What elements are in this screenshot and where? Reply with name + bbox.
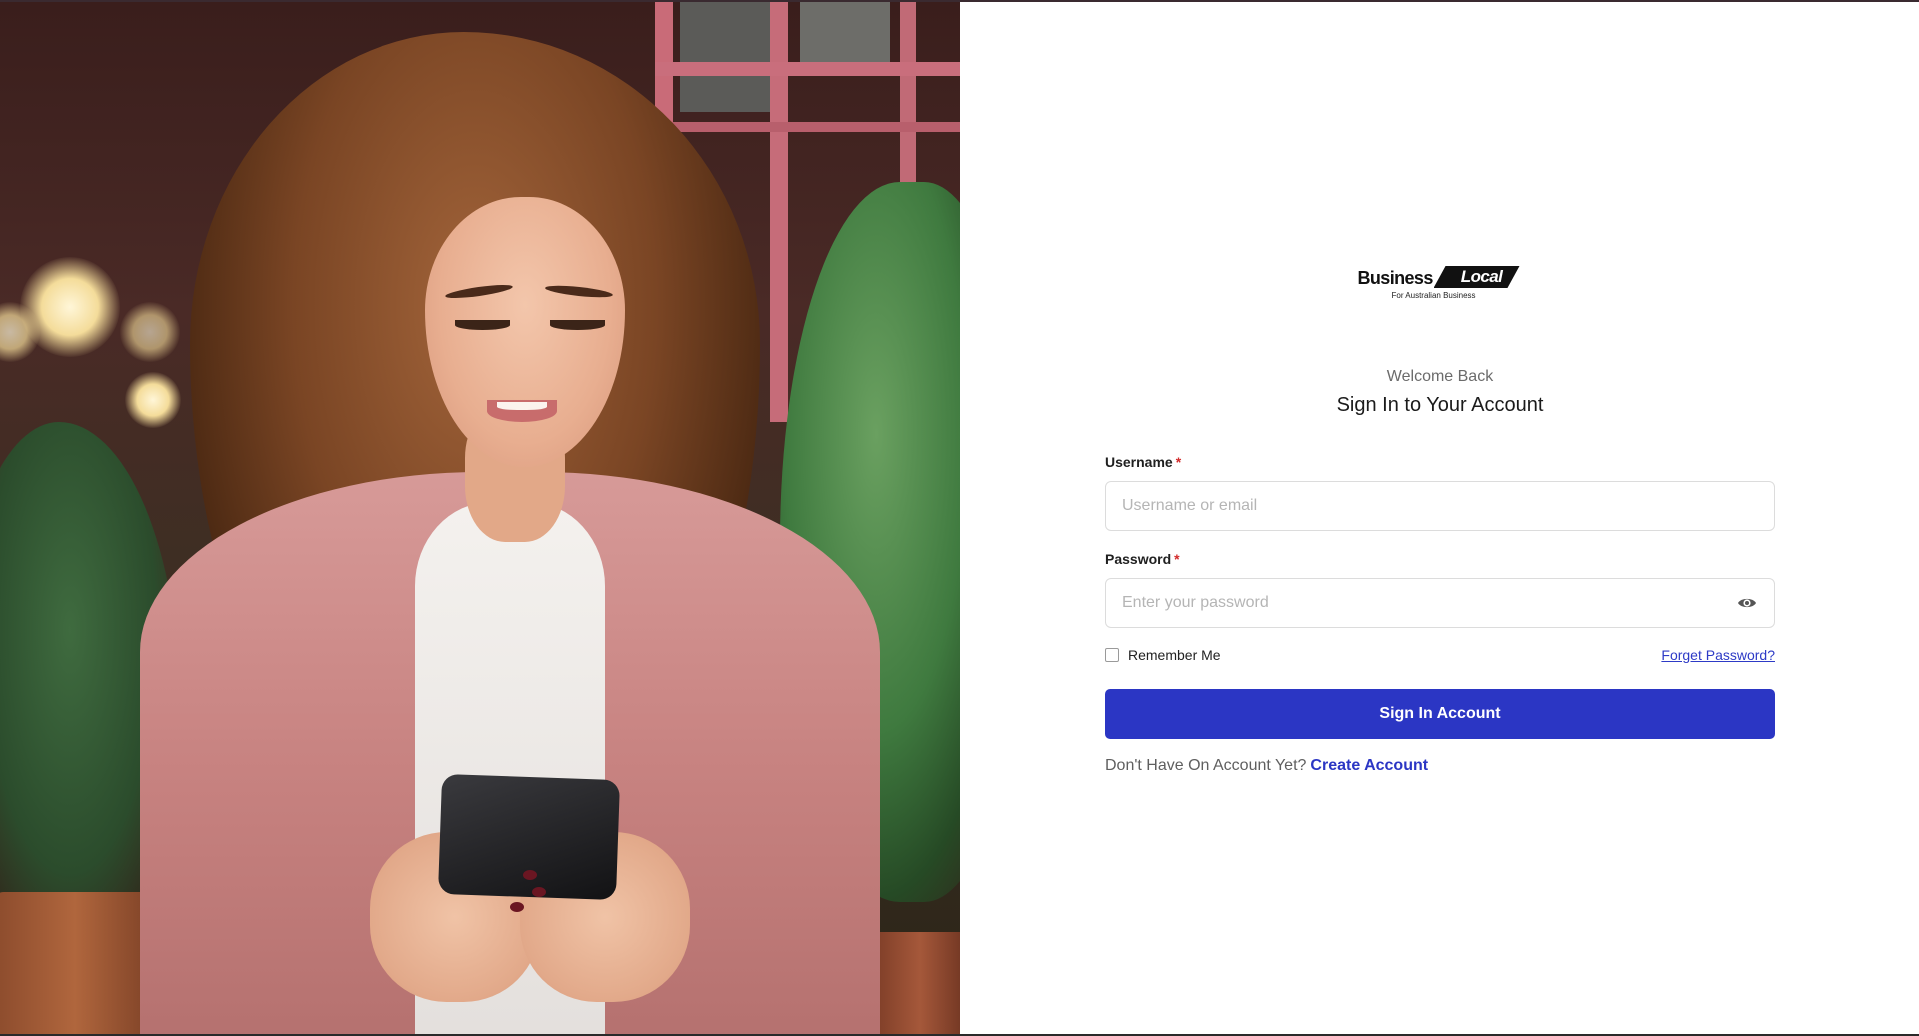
eye-icon[interactable] bbox=[1737, 595, 1757, 611]
forgot-password-link[interactable]: Forget Password? bbox=[1661, 647, 1775, 663]
phone-in-photo bbox=[437, 773, 621, 901]
logo-text-business: Business bbox=[1357, 268, 1434, 288]
username-input[interactable] bbox=[1105, 481, 1775, 531]
remember-me-label: Remember Me bbox=[1128, 647, 1221, 663]
username-label: Username * bbox=[1105, 454, 1182, 470]
brand-logo: Business Local For Australian Business bbox=[1105, 264, 1775, 304]
page-title: Sign In to Your Account bbox=[1336, 394, 1544, 416]
remember-me[interactable]: Remember Me bbox=[1105, 647, 1221, 663]
hero-photo bbox=[0, 2, 960, 1034]
remember-me-checkbox[interactable] bbox=[1105, 648, 1119, 662]
logo-text-local: Local bbox=[1433, 266, 1520, 288]
signup-prompt: Don't Have On Account Yet? Create Account bbox=[1105, 757, 1428, 775]
sign-in-button[interactable]: Sign In Account bbox=[1105, 689, 1775, 739]
signup-prompt-text: Don't Have On Account Yet? bbox=[1105, 757, 1307, 774]
login-panel: Business Local For Australian Business W… bbox=[960, 2, 1919, 1034]
required-mark: * bbox=[1175, 454, 1182, 470]
logo-tagline: For Australian Business bbox=[1391, 291, 1476, 300]
welcome-text: Welcome Back bbox=[1386, 368, 1494, 385]
required-mark: * bbox=[1174, 551, 1180, 567]
create-account-link[interactable]: Create Account bbox=[1310, 757, 1428, 774]
password-input[interactable] bbox=[1105, 578, 1775, 628]
password-label: Password * bbox=[1105, 551, 1180, 567]
login-page: Business Local For Australian Business W… bbox=[0, 0, 1919, 1036]
